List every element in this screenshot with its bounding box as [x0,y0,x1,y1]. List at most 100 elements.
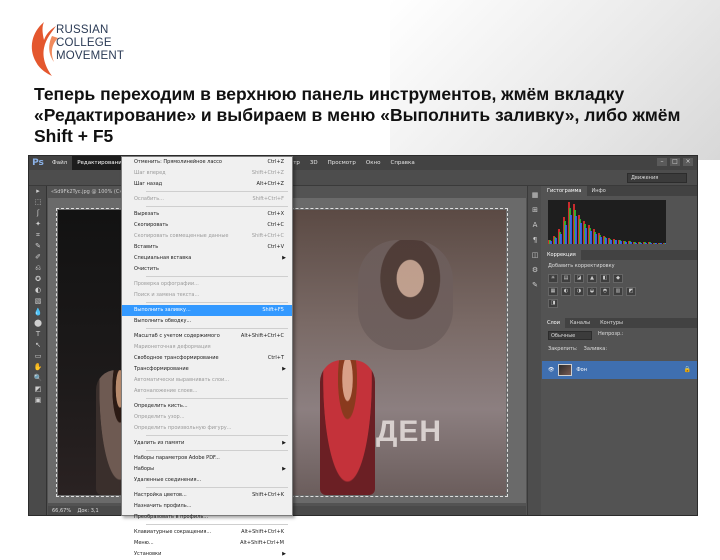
tab-info[interactable]: Инфо [587,186,611,196]
menu-item-label: Установки [134,551,162,557]
panel-toggle-icon[interactable]: A [528,220,542,231]
edit-menu-item[interactable]: Удаленные соединения... [122,475,292,486]
panel-toggle-icon[interactable]: ⚙ [528,265,542,276]
edit-menu-item[interactable]: Преобразовать в профиль... [122,512,292,523]
tool-icon[interactable]: ◐ [29,285,47,296]
tool-icon[interactable]: ◩ [29,384,47,395]
adjustment-icon[interactable]: ▥ [613,287,623,296]
edit-menu-item[interactable]: Трансформирование ▶ [122,364,292,375]
visibility-eye-icon[interactable]: 👁 [548,367,554,373]
histogram-bar [620,241,622,244]
edit-menu-item: Определить произвольную фигуру... [122,423,292,434]
tool-icon[interactable]: ⬤ [29,318,47,329]
zoom-level[interactable]: 66,67% [52,508,71,514]
tool-icon[interactable]: ✐ [29,252,47,263]
lock-icon: 🔒 [683,366,691,373]
edit-menu-item[interactable]: Вырезать Ctrl+X [122,209,292,220]
adjustment-icon[interactable]: ◨ [548,299,558,308]
adjustment-icon[interactable]: ◐ [561,287,571,296]
adjustment-icon[interactable]: ▤ [561,274,571,283]
tool-icon[interactable]: ⎌ [29,263,47,274]
tool-icon[interactable]: ✪ [29,274,47,285]
edit-menu-item[interactable]: Удалить из памяти ▶ [122,438,292,449]
menu-item[interactable]: 3D [305,156,323,170]
tool-icon[interactable]: ✦ [29,219,47,230]
panel-toggle-icon[interactable]: ▦ [528,190,542,201]
tab-correction[interactable]: Коррекция [542,250,581,260]
tool-icon[interactable]: ⌗ [29,230,47,241]
menu-item[interactable]: Файл [47,156,72,170]
menu-item-label: Наборы [134,466,155,472]
tool-icon[interactable]: T [29,329,47,340]
adjustment-icon[interactable]: ◩ [626,287,636,296]
menu-item-label: Автоналожение слоев... [134,388,198,394]
document-tab[interactable]: «Sd9Fk2Tyc.jpg @ 100% (С» [51,187,131,197]
edit-menu-item[interactable]: Определить кисть... [122,401,292,412]
adjustment-icon[interactable]: ◒ [587,287,597,296]
tab-histogram[interactable]: Гистограмма [542,186,587,196]
edit-menu-item[interactable]: Выполнить обводку... [122,316,292,327]
histogram-bar [560,234,562,244]
tool-icon[interactable]: ⬚ [29,197,47,208]
menu-item-label: Специальная вставка [134,255,192,261]
menu-item[interactable]: Справка [385,156,419,170]
histogram-bar [595,234,597,244]
layer-row-background[interactable]: 👁 Фон 🔒 [542,361,697,379]
tab-layers[interactable]: Слои [542,318,565,328]
edit-menu-item[interactable]: Назначить профиль... [122,501,292,512]
edit-menu-item[interactable]: Масштаб с учетом содержимого Alt+Shift+Ct… [122,331,292,342]
panel-toggle-icon[interactable]: ◫ [528,250,542,261]
menu-item[interactable]: Окно [361,156,386,170]
edit-menu-item[interactable]: Свободное трансформирование Ctrl+T [122,353,292,364]
tab-channels[interactable]: Каналы [565,318,595,328]
menu-item[interactable]: Просмотр [323,156,361,170]
adjustment-icon[interactable]: ◧ [600,274,610,283]
tool-icon[interactable]: ▭ [29,351,47,362]
edit-menu-item[interactable]: Очистить [122,264,292,275]
blend-mode-select[interactable]: Обычные [548,331,592,340]
edit-menu-item[interactable]: Установки ▶ [122,549,292,560]
tool-icon[interactable]: 💧 [29,307,47,318]
histogram-bar [585,228,587,244]
tool-icon[interactable]: ▸ [29,186,47,197]
menu-item-shortcut: Shift+Ctrl+C [251,233,284,239]
edit-menu-item[interactable]: Вставить Ctrl+V [122,242,292,253]
edit-menu-item[interactable]: Настройка цветов... Shift+Ctrl+K [122,490,292,501]
adjustment-icon[interactable]: ◓ [600,287,610,296]
adjustment-icon[interactable]: ▦ [548,287,558,296]
adjustment-icon[interactable]: ◑ [574,287,584,296]
tab-paths[interactable]: Контуры [595,318,628,328]
tool-icon[interactable]: ▧ [29,296,47,307]
close-icon[interactable]: × [683,158,693,166]
tool-icon[interactable]: 🔍 [29,373,47,384]
adjustment-icon[interactable]: ▲ [587,274,597,283]
maximize-icon[interactable]: □ [670,158,680,166]
menu-item-label: Очистить [134,266,159,272]
minimize-icon[interactable]: – [657,158,667,166]
adjustment-icon[interactable]: ◆ [613,274,623,283]
edit-menu-item[interactable]: Скопировать Ctrl+C [122,220,292,231]
edit-menu-item[interactable]: Специальная вставка ▶ [122,253,292,264]
fill-menu-item[interactable]: Выполнить заливку... Shift+F5 [122,305,292,316]
histogram-bar [630,242,632,244]
edit-menu-item[interactable]: Отменить: Прямолинейное лассо Ctrl+Z [122,157,292,168]
workspace-select[interactable]: Движения [627,173,687,183]
tool-icon[interactable]: ▣ [29,395,47,406]
panel-toggle-icon[interactable]: ✎ [528,280,542,291]
tool-icon[interactable]: ✎ [29,241,47,252]
edit-menu-item[interactable]: Наборы параметров Adobe PDF... [122,453,292,464]
tool-icon[interactable]: ✋ [29,362,47,373]
adjustment-icon[interactable]: ☀ [548,274,558,283]
edit-menu-item[interactable]: Шаг назад Alt+Ctrl+Z [122,179,292,190]
panel-toggle-icon[interactable]: ⊞ [528,205,542,216]
panel-toggle-icon[interactable]: ¶ [528,235,542,246]
edit-menu-item[interactable]: Клавиатурные сокращения... Alt+Shift+Ctrl… [122,527,292,538]
adjustment-icon[interactable]: ◪ [574,274,584,283]
tool-icon[interactable]: ʃ [29,208,47,219]
tool-icon[interactable]: ↖ [29,340,47,351]
submenu-arrow-icon: ▶ [282,551,286,557]
edit-menu-item[interactable]: Наборы ▶ [122,464,292,475]
menu-item-shortcut: Shift+F5 [262,307,284,313]
menu-item-shortcut: Ctrl+C [267,222,284,228]
menu-item-label: Шаг назад [134,181,163,187]
